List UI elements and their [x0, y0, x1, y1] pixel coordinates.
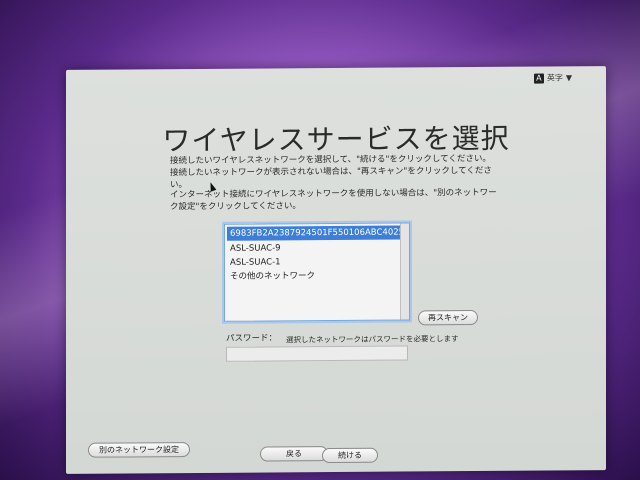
setup-assistant-panel: A 英字 ▼ ワイヤレスサービスを選択 接続したいワイヤレスネットワークを選択し…	[66, 66, 606, 474]
list-scrollbar[interactable]	[400, 223, 409, 320]
password-label: パスワード：	[226, 333, 278, 344]
language-menu[interactable]: A 英字 ▼	[533, 72, 572, 84]
network-item-selected[interactable]: 6983FB2A2387924501F550106ABC4025	[227, 225, 402, 241]
network-item-other[interactable]: その他のネットワーク	[227, 269, 402, 284]
rescan-button[interactable]: 再スキャン	[418, 310, 478, 326]
other-network-settings-button[interactable]: 別のネットワーク設定	[88, 442, 190, 458]
password-hint: 選択したネットワークはパスワードを必要とします	[286, 334, 459, 345]
password-field[interactable]	[226, 345, 408, 362]
network-item[interactable]: ASL-SUAC-1	[227, 255, 402, 270]
language-icon: A	[533, 73, 544, 84]
continue-button[interactable]: 続ける	[322, 447, 378, 464]
instructions-primary: 接続したいワイヤレスネットワークを選択して、"続ける"をクリックしてください。 …	[170, 153, 500, 191]
network-list[interactable]: 6983FB2A2387924501F550106ABC4025 ASL-SUA…	[224, 222, 410, 322]
chevron-down-icon: ▼	[565, 73, 572, 83]
back-button[interactable]: 戻る	[260, 446, 328, 462]
language-label: 英字	[546, 73, 563, 83]
instructions-secondary: インターネット接続にワイヤレスネットワークを使用しない場合は、"別のネットワーク…	[170, 187, 497, 213]
network-item[interactable]: ASL-SUAC-9	[227, 241, 402, 256]
